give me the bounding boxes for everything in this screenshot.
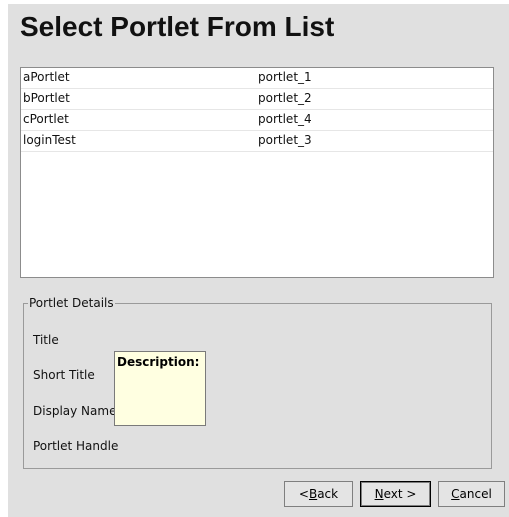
portlet-name-cell: loginTest: [23, 133, 76, 147]
back-button[interactable]: < Back: [284, 481, 353, 507]
back-button-rest: ack: [317, 487, 339, 501]
portlet-name-cell: cPortlet: [23, 112, 69, 126]
next-button-rest: ext >: [383, 487, 417, 501]
description-tooltip: Description:: [114, 351, 206, 426]
cancel-button-mnemonic: C: [451, 487, 460, 501]
title-label: Title: [33, 333, 59, 347]
portlet-details-group: Portlet Details Title Short Title Displa…: [23, 295, 492, 469]
list-item[interactable]: cPortlet portlet_4: [21, 110, 493, 131]
cancel-button[interactable]: Cancel: [438, 481, 505, 507]
back-button-prefix: <: [298, 487, 309, 501]
page-title: Select Portlet From List: [20, 11, 335, 42]
portlet-list[interactable]: aPortlet portlet_1 bPortlet portlet_2 cP…: [20, 67, 494, 278]
list-item[interactable]: bPortlet portlet_2: [21, 89, 493, 110]
back-button-mnemonic: B: [308, 487, 318, 501]
portlet-name-cell: bPortlet: [23, 91, 70, 105]
next-button[interactable]: Next >: [360, 481, 431, 507]
list-item[interactable]: loginTest portlet_3: [21, 131, 493, 152]
portlet-handle-cell: portlet_1: [258, 70, 312, 84]
cancel-button-rest: ancel: [459, 487, 492, 501]
list-item[interactable]: aPortlet portlet_1: [21, 68, 493, 89]
portlet-handle-cell: portlet_2: [258, 91, 312, 105]
tooltip-label: Description:: [117, 355, 200, 369]
next-button-mnemonic: N: [374, 487, 384, 501]
portlet-handle-label: Portlet Handle: [33, 439, 119, 453]
portlet-handle-cell: portlet_3: [258, 133, 312, 147]
short-title-label: Short Title: [33, 368, 95, 382]
portlet-handle-cell: portlet_4: [258, 112, 312, 126]
portlet-details-legend: Portlet Details: [28, 295, 115, 311]
display-name-label: Display Name: [33, 404, 117, 418]
portlet-name-cell: aPortlet: [23, 70, 70, 84]
